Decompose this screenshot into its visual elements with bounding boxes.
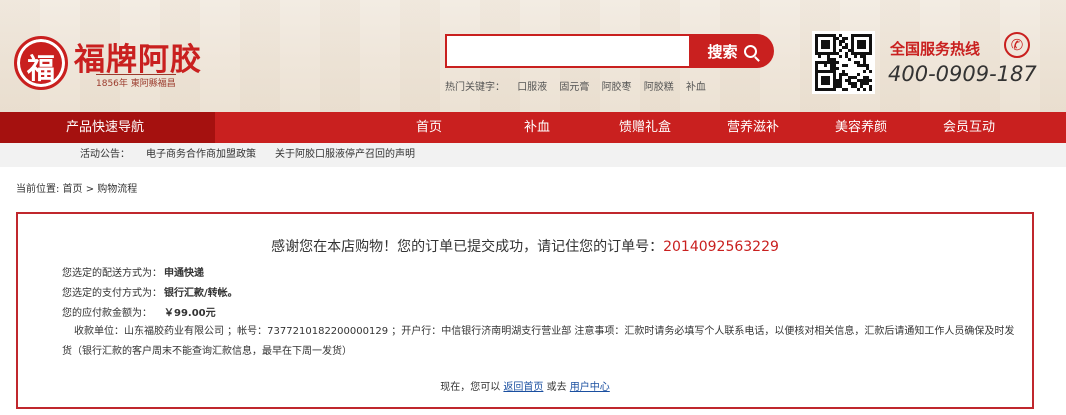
hot-keyword[interactable]: 阿胶糕 — [644, 82, 674, 93]
search-button[interactable]: 搜索 — [690, 34, 774, 68]
shipping-label: 您选定的配送方式为： — [62, 268, 162, 279]
site-header: 福 福牌阿胶 1856年 東阿縣福昌 搜索 热门关键字： 口服液 固元膏 阿胶枣… — [0, 0, 1066, 112]
product-category-nav[interactable]: 产品快速导航 — [0, 112, 215, 143]
payment-row: 您选定的支付方式为： 银行汇款/转帐。 — [62, 284, 238, 299]
nav-items: 首页 补血 馈赠礼盒 营养滋补 美容养颜 会员互动 — [375, 112, 1023, 143]
payment-label: 您选定的支付方式为： — [62, 288, 162, 299]
nav-item-home[interactable]: 首页 — [375, 112, 483, 143]
phone-icon: ✆ — [1004, 32, 1030, 58]
order-success-message: 感谢您在本店购物！您的订单已提交成功，请记住您的订单号：201409256322… — [18, 236, 1032, 256]
notice-label: 活动公告： — [80, 149, 130, 160]
logo-name: 福牌阿胶 — [74, 42, 202, 78]
main-nav: 产品快速导航 首页 补血 馈赠礼盒 营养滋补 美容养颜 会员互动 — [0, 112, 1066, 143]
back-home-link[interactable]: 返回首页 — [503, 382, 543, 393]
amount-label: 您的应付款金额为： — [62, 308, 152, 319]
hot-keyword[interactable]: 口服液 — [517, 82, 547, 93]
bank-transfer-info: 收款单位：山东福胶药业有限公司 ；帐号：7377210182200000129 … — [62, 326, 1015, 357]
notice-link[interactable]: 关于阿胶口服液停产召回的声明 — [275, 143, 415, 167]
search-icon — [743, 44, 757, 58]
hotline-number: 400-0909-187 — [888, 62, 1037, 86]
next-actions: 现在，您可以 返回首页 或去 用户中心 — [18, 378, 1032, 393]
notice-link[interactable]: 电子商务合作商加盟政策 — [146, 143, 256, 167]
search-input[interactable] — [445, 34, 691, 68]
nav-item-nutrition[interactable]: 营养滋补 — [699, 112, 807, 143]
nav-item-beauty[interactable]: 美容养颜 — [807, 112, 915, 143]
logo-emblem: 福 — [14, 36, 68, 90]
shipping-row: 您选定的配送方式为： 申通快递 — [62, 264, 204, 279]
search-button-label: 搜索 — [707, 42, 738, 61]
shipping-value: 申通快递 — [164, 268, 204, 279]
order-confirmation-panel: 感谢您在本店购物！您的订单已提交成功，请记住您的订单号：201409256322… — [16, 212, 1034, 409]
hot-keyword[interactable]: 阿胶枣 — [602, 82, 632, 93]
or-go-text: 或去 — [546, 382, 567, 393]
hot-keyword[interactable]: 补血 — [686, 82, 706, 93]
amount-value: ￥99.00元 — [164, 308, 216, 319]
qr-code-pattern — [815, 34, 872, 91]
brand-logo[interactable]: 福 福牌阿胶 1856年 東阿縣福昌 — [14, 30, 224, 90]
notice-bar: 活动公告： 电子商务合作商加盟政策 关于阿胶口服液停产召回的声明 — [0, 143, 1066, 167]
order-number: 2014092563229 — [663, 239, 779, 255]
links-prefix: 现在，您可以 — [440, 382, 501, 393]
nav-item-blood[interactable]: 补血 — [483, 112, 591, 143]
hot-keyword[interactable]: 固元膏 — [559, 82, 589, 93]
hotline-title: 全国服务热线 — [890, 40, 981, 58]
payment-value: 银行汇款/转帐。 — [164, 288, 238, 299]
amount-row: 您的应付款金额为： ￥99.00元 — [62, 304, 216, 319]
logo-subtitle: 1856年 東阿縣福昌 — [96, 74, 176, 89]
hot-keywords: 热门关键字： 口服液 固元膏 阿胶枣 阿胶糕 补血 — [445, 78, 715, 93]
breadcrumb: 当前位置: 首页 > 购物流程 — [16, 184, 138, 195]
user-center-link[interactable]: 用户中心 — [570, 382, 610, 393]
hot-keywords-label: 热门关键字： — [445, 82, 505, 93]
thanks-text: 感谢您在本店购物！您的订单已提交成功，请记住您的订单号： — [271, 239, 664, 255]
nav-item-member[interactable]: 会员互动 — [915, 112, 1023, 143]
qr-code-image — [812, 31, 875, 94]
nav-item-gift-box[interactable]: 馈赠礼盒 — [591, 112, 699, 143]
